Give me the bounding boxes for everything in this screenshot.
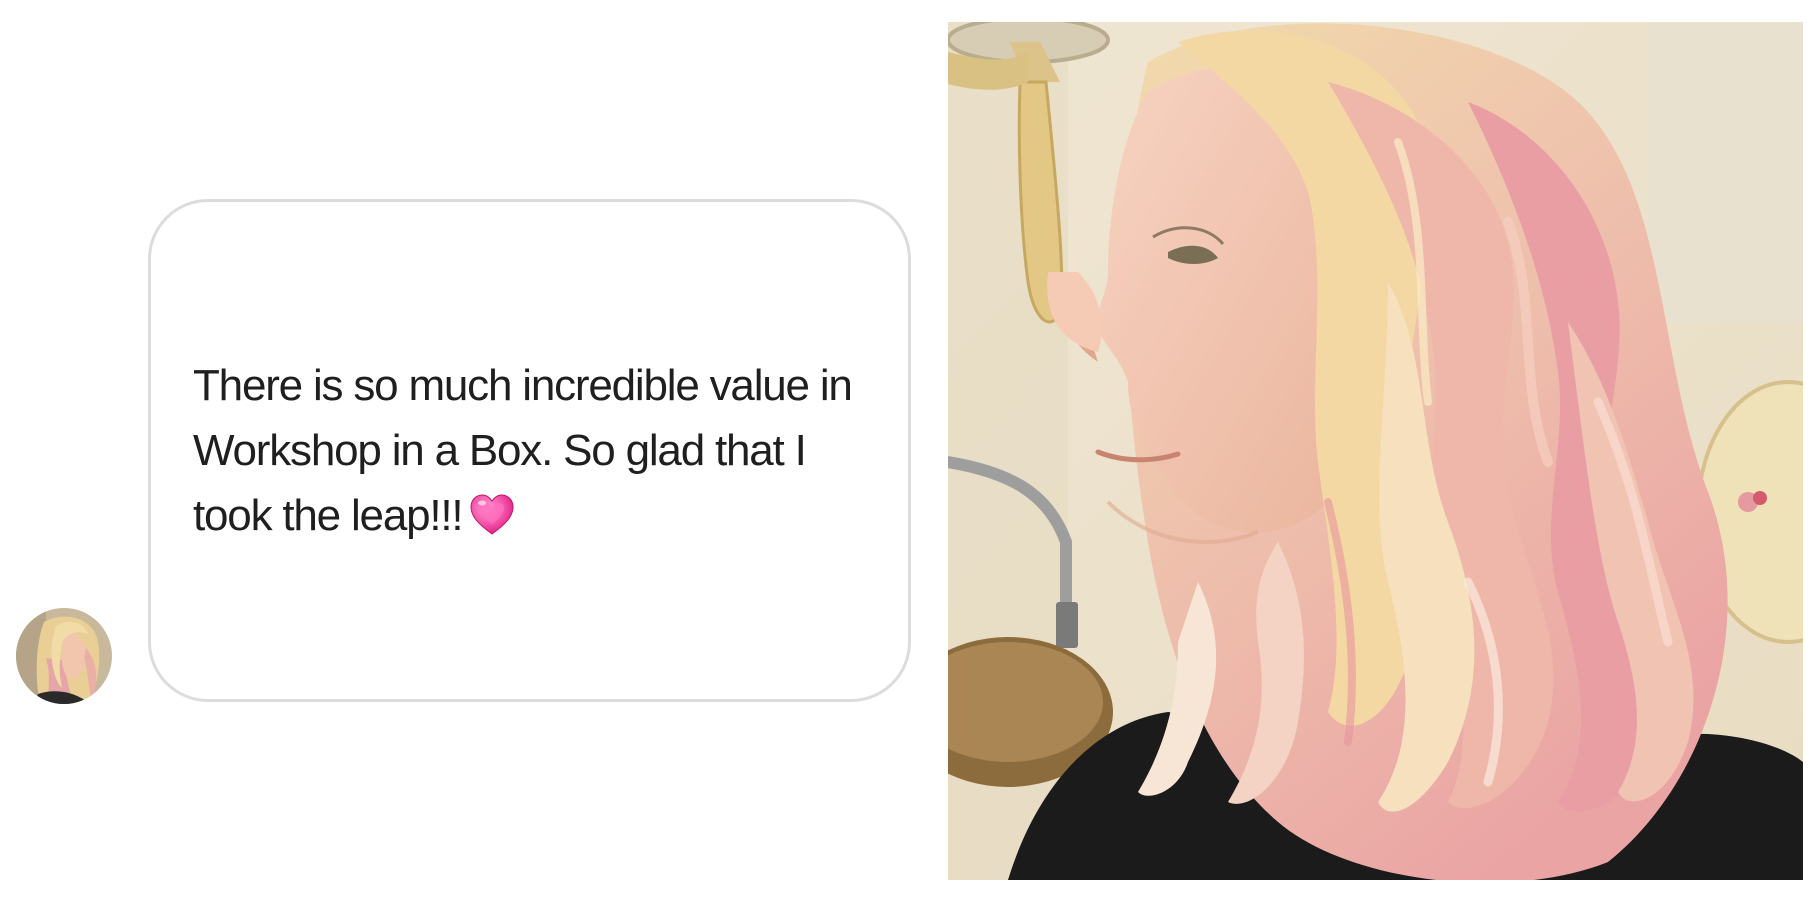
avatar[interactable]: [16, 608, 112, 704]
testimonial-message: There is so much incredible value in Wor…: [193, 361, 853, 540]
heart-emoji-icon: [470, 489, 514, 554]
message-text-block: There is so much incredible value in Wor…: [193, 353, 853, 554]
testimonial-card: There is so much incredible value in Wor…: [0, 0, 1814, 902]
customer-hair-photo-icon: [948, 22, 1803, 880]
customer-photo: [948, 22, 1803, 880]
message-bubble: There is so much incredible value in Wor…: [148, 199, 911, 702]
avatar-photo-icon: [16, 608, 112, 704]
